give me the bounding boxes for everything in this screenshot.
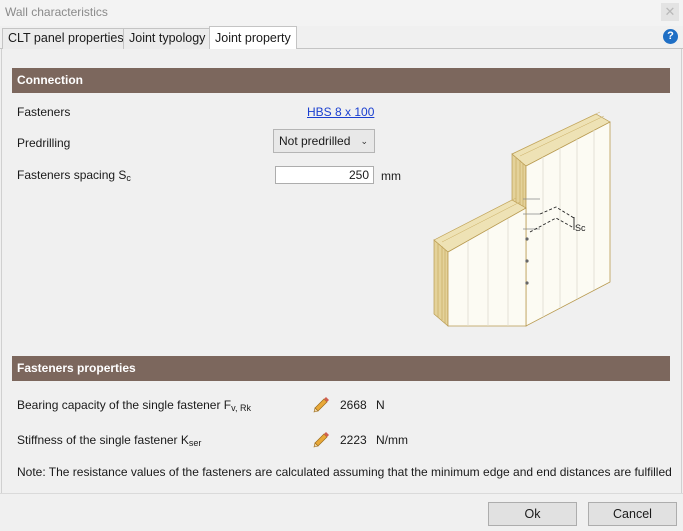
right-clt-panel (511, 111, 611, 327)
spacing-diagram-label: Sc (575, 223, 586, 233)
pencil-icon[interactable] (312, 430, 330, 448)
stiffness-value: 2223 (340, 433, 367, 447)
fasteners-spacing-label-text: Fasteners spacing S (17, 168, 127, 182)
stiffness-label-text: Stiffness of the single fastener K (17, 433, 189, 447)
bearing-capacity-subscript: v, Rk (231, 403, 251, 413)
close-button[interactable]: ✕ (661, 3, 679, 21)
left-clt-panel (433, 197, 527, 327)
bearing-capacity-value: 2668 (340, 398, 367, 412)
chevron-down-icon: ⌄ (360, 136, 368, 146)
connection-section-header: Connection (12, 68, 670, 93)
help-icon[interactable]: ? (663, 29, 678, 44)
fasteners-label: Fasteners (17, 105, 71, 119)
tab-clt-panel-properties[interactable]: CLT panel properties (2, 28, 130, 49)
stiffness-unit: N/mm (376, 433, 408, 447)
fasteners-spacing-input[interactable]: 250 (275, 166, 374, 184)
ok-button[interactable]: Ok (488, 502, 577, 526)
stiffness-subscript: ser (188, 438, 202, 448)
fasteners-link[interactable]: HBS 8 x 100 (307, 105, 374, 119)
bearing-capacity-label: Bearing capacity of the single fastener … (17, 398, 251, 413)
predrilling-select[interactable]: Not predrilled ⌄ (273, 129, 375, 153)
cancel-button[interactable]: Cancel (588, 502, 677, 526)
fasteners-properties-section-header: Fasteners properties (12, 356, 670, 381)
fasteners-spacing-unit: mm (381, 169, 401, 183)
pencil-icon[interactable] (312, 395, 330, 413)
bearing-capacity-unit: N (376, 398, 385, 412)
stiffness-label: Stiffness of the single fastener Kser (17, 433, 201, 448)
tab-bar: CLT panel properties Joint typology Join… (0, 26, 683, 50)
joint-diagram: Sc (433, 111, 611, 327)
tab-joint-typology[interactable]: Joint typology (123, 28, 212, 49)
window-title: Wall characteristics (5, 5, 108, 19)
window-title-bar: Wall characteristics ✕ (0, 0, 683, 26)
fasteners-spacing-label: Fasteners spacing Sc (17, 168, 131, 183)
tab-joint-property[interactable]: Joint property (209, 26, 297, 50)
predrilling-selected-value: Not predrilled (279, 134, 351, 148)
fasteners-spacing-subscript: c (126, 173, 131, 183)
dialog-footer: Ok Cancel (0, 493, 683, 531)
fasteners-note: Note: The resistance values of the faste… (17, 465, 672, 479)
bearing-capacity-label-text: Bearing capacity of the single fastener … (17, 398, 232, 412)
predrilling-label: Predrilling (17, 136, 71, 150)
